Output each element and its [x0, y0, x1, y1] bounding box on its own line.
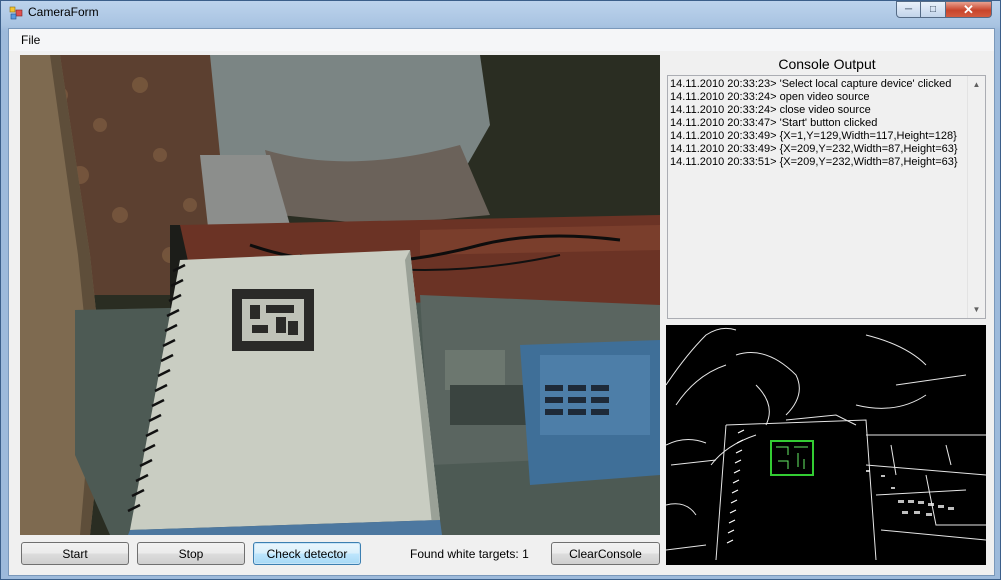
- start-button[interactable]: Start: [21, 542, 129, 565]
- console-line: 14.11.2010 20:33:23> 'Select local captu…: [670, 78, 952, 90]
- title-bar[interactable]: CameraForm ─ □ ✕: [1, 1, 1000, 25]
- stop-button[interactable]: Stop: [137, 542, 245, 565]
- camera-form-window: CameraForm ─ □ ✕ File Console Output 14.…: [0, 0, 1001, 580]
- console-line: 14.11.2010 20:33:47> 'Start' button clic…: [670, 117, 878, 129]
- minimize-button[interactable]: ─: [896, 1, 921, 18]
- minimize-icon: ─: [904, 4, 913, 15]
- console-lines: 14.11.2010 20:33:23> 'Select local captu…: [670, 78, 968, 169]
- status-found-targets: Found white targets: 1: [410, 547, 529, 561]
- edge-detection-image: [666, 325, 986, 565]
- status-label: Found white targets:: [410, 547, 519, 561]
- scroll-down-arrow-icon[interactable]: ▼: [968, 301, 985, 318]
- clear-console-button[interactable]: ClearConsole: [551, 542, 660, 565]
- edge-detection-view: [666, 325, 986, 565]
- camera-image: [20, 55, 660, 535]
- camera-view: [20, 55, 660, 535]
- console-line: 14.11.2010 20:33:24> open video source: [670, 91, 870, 103]
- menu-file[interactable]: File: [17, 33, 44, 47]
- window-title: CameraForm: [28, 5, 99, 19]
- console-line: 14.11.2010 20:33:49> {X=209,Y=232,Width=…: [670, 143, 958, 155]
- app-icon: [9, 6, 23, 20]
- console-scrollbar[interactable]: ▲ ▼: [967, 76, 985, 318]
- check-detector-button[interactable]: Check detector: [253, 542, 361, 565]
- maximize-icon: □: [929, 4, 937, 15]
- form-client-area: File Console Output 14.11.2010 20:33:23>…: [8, 28, 995, 576]
- menu-bar: File: [9, 29, 994, 51]
- status-count: 1: [522, 547, 529, 561]
- console-line: 14.11.2010 20:33:49> {X=1,Y=129,Width=11…: [670, 130, 957, 142]
- close-button[interactable]: ✕: [946, 1, 992, 18]
- maximize-button[interactable]: □: [921, 1, 946, 18]
- console-line: 14.11.2010 20:33:24> close video source: [670, 104, 871, 116]
- close-icon: ✕: [963, 1, 974, 17]
- console-line: 14.11.2010 20:33:51> {X=209,Y=232,Width=…: [670, 156, 958, 168]
- console-output[interactable]: 14.11.2010 20:33:23> 'Select local captu…: [667, 75, 986, 319]
- console-title: Console Output: [778, 56, 876, 72]
- scroll-up-arrow-icon[interactable]: ▲: [968, 76, 985, 93]
